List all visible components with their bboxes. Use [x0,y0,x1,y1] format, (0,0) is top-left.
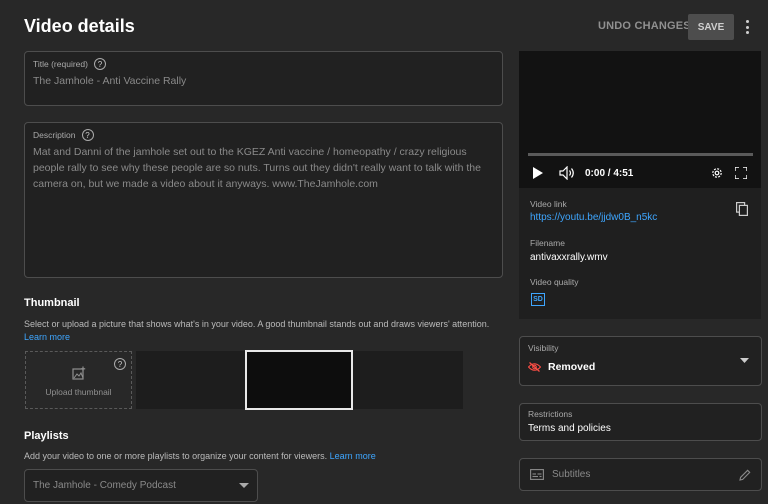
description-field-label: Description [33,130,76,140]
help-icon[interactable]: ? [93,58,106,70]
chevron-down-icon [740,358,749,363]
video-preview[interactable]: 0:00 / 4:51 [519,51,761,188]
video-quality-label: Video quality [530,277,579,287]
playlists-heading: Playlists [24,430,69,442]
thumbnail-heading: Thumbnail [24,297,80,309]
help-icon[interactable]: ? [81,129,94,141]
playlists-learn-more-link[interactable]: Learn more [330,451,376,461]
video-link-label: Video link [530,199,567,209]
subtitles-icon [530,469,544,480]
title-field-label: Title (required) [33,59,88,69]
title-input[interactable]: The Jamhole - Anti Vaccine Rally [33,73,494,89]
restrictions-label: Restrictions [528,409,573,419]
thumbnail-learn-more-link[interactable]: Learn more [24,332,70,342]
filename-label: Filename [530,238,565,248]
subtitles-field[interactable]: Subtitles [519,458,762,491]
chevron-down-icon [239,482,249,488]
restrictions-box[interactable]: Restrictions Terms and policies [519,403,762,441]
thumbnail-option-selected[interactable] [245,350,353,410]
gear-icon[interactable] [711,167,723,179]
visibility-label: Visibility [528,343,559,353]
playlist-selected-value: The Jamhole - Comedy Podcast [33,480,176,491]
save-button[interactable]: SAVE [688,14,734,40]
undo-changes-button[interactable]: UNDO CHANGES [598,20,691,32]
filename-value: antivaxxrally.wmv [530,252,608,263]
more-options-icon[interactable] [741,18,753,36]
progress-bar[interactable] [528,153,753,156]
restrictions-value: Terms and policies [528,423,611,434]
video-info-panel: Video link https://youtu.be/jjdw0B_n5kc … [519,188,761,319]
playlist-dropdown[interactable]: The Jamhole - Comedy Podcast [24,469,258,502]
video-link[interactable]: https://youtu.be/jjdw0B_n5kc [530,212,657,223]
volume-icon[interactable] [559,166,575,180]
title-field[interactable]: Title (required) ? The Jamhole - Anti Va… [24,51,503,106]
upload-thumbnail-label: Upload thumbnail [45,387,112,397]
visibility-off-icon [528,362,541,372]
upload-thumbnail-button[interactable]: ? Upload thumbnail [25,351,132,409]
add-image-icon [72,366,86,380]
pencil-icon[interactable] [739,469,751,481]
fullscreen-icon[interactable] [735,167,747,179]
time-display: 0:00 / 4:51 [585,168,634,179]
playlists-description-row: Add your video to one or more playlists … [24,451,376,461]
playlists-description: Add your video to one or more playlists … [24,451,328,461]
visibility-dropdown[interactable]: Visibility Removed [519,336,762,386]
description-input[interactable]: Mat and Danni of the jamhole set out to … [33,144,494,192]
help-icon[interactable]: ? [114,358,126,370]
page-title: Video details [24,16,135,36]
play-icon[interactable] [533,167,543,179]
copy-icon[interactable] [736,202,748,216]
visibility-value: Removed [548,361,596,373]
thumbnail-description: Select or upload a picture that shows wh… [24,319,490,329]
sd-badge-icon: SD [531,293,545,306]
description-field[interactable]: Description ? Mat and Danni of the jamho… [24,122,503,278]
subtitles-label: Subtitles [552,469,591,480]
